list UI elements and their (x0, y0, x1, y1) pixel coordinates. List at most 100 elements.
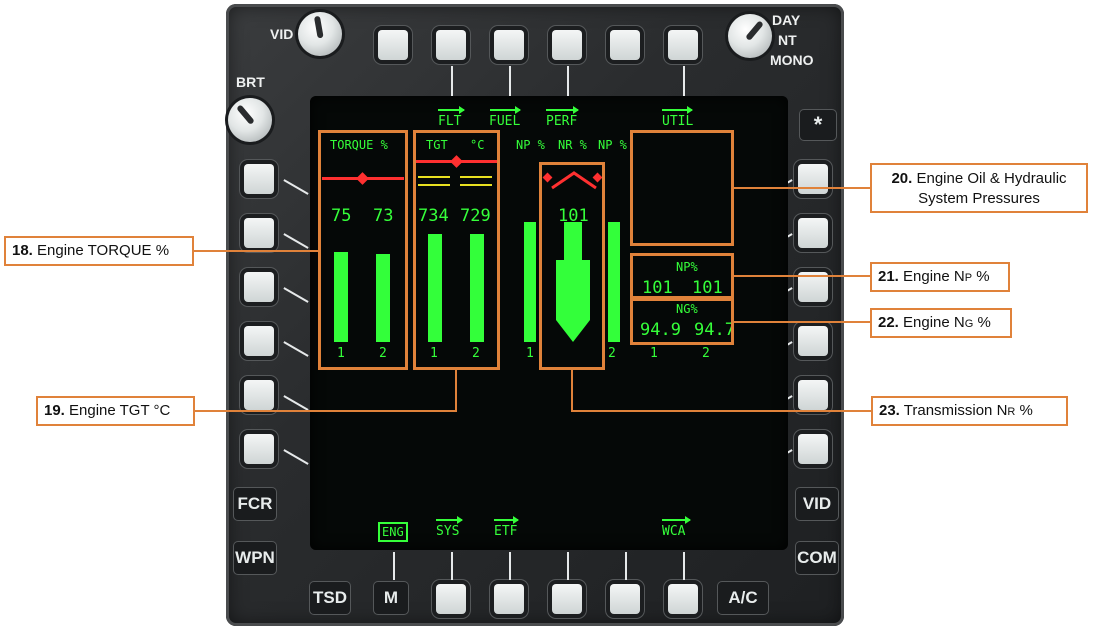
flt-arrow-icon (438, 106, 465, 114)
wca-menu-item[interactable]: WCA (662, 524, 685, 539)
tick (567, 66, 569, 98)
np-engine-2-label: 2 (608, 346, 616, 361)
mono-label: MONO (770, 52, 814, 68)
nt-label: NT (778, 32, 797, 48)
tgt-highlight-box (413, 130, 500, 370)
util-menu-item[interactable]: UTIL (662, 114, 693, 129)
callout-text: Engine TGT °C (69, 402, 171, 419)
callout-text: Engine Oil & Hydraulic (916, 170, 1067, 187)
callout-21: 21. Engine NP % (870, 262, 1010, 292)
perf-menu-item[interactable]: PERF (546, 114, 577, 129)
callout-18-leader (194, 250, 318, 252)
right-button-2[interactable] (798, 218, 828, 248)
bottom-button-3[interactable] (552, 584, 582, 614)
np-engine-1-label: 1 (526, 346, 534, 361)
callout-text: Engine N (903, 314, 965, 331)
wpn-button[interactable]: WPN (234, 542, 276, 574)
nr-highlight-box (539, 162, 605, 370)
perf-arrow-icon (546, 106, 579, 114)
top-button-4[interactable] (552, 30, 582, 60)
sys-menu-item[interactable]: SYS (436, 524, 459, 539)
tick (509, 66, 511, 98)
vid-knob-label: VID (270, 26, 294, 42)
np-bar-1 (524, 222, 536, 342)
etf-arrow-icon (494, 516, 519, 524)
tick (509, 552, 511, 580)
callout-19-leader (455, 370, 457, 411)
fuel-arrow-icon (490, 106, 521, 114)
mode-knob[interactable] (728, 14, 772, 58)
star-button[interactable]: * (800, 110, 836, 140)
callout-number: 23. (879, 402, 900, 419)
vid-button[interactable]: VID (796, 488, 838, 520)
np-left-label: NP % (516, 138, 545, 152)
brt-knob-label: BRT (236, 74, 265, 90)
right-button-5[interactable] (798, 380, 828, 410)
tick (625, 552, 627, 580)
top-button-3[interactable] (494, 30, 524, 60)
callout-text: Engine TORQUE % (37, 242, 170, 259)
fuel-menu-item[interactable]: FUEL (489, 114, 520, 129)
bottom-button-2[interactable] (494, 584, 524, 614)
pressures-highlight-box (630, 130, 734, 246)
np-right-label: NP % (598, 138, 627, 152)
right-button-1[interactable] (798, 164, 828, 194)
eng-menu-item[interactable]: ENG (378, 522, 408, 542)
callout-text: % (1015, 402, 1033, 419)
fcr-button[interactable]: FCR (234, 488, 276, 520)
callout-number: 19. (44, 402, 65, 419)
right-button-4[interactable] (798, 326, 828, 356)
vid-knob[interactable] (298, 12, 342, 56)
callout-22: 22. Engine NG % (870, 308, 1012, 338)
callout-number: 18. (12, 242, 33, 259)
bottom-button-5[interactable] (668, 584, 698, 614)
callout-number: 21. (878, 268, 899, 285)
brt-knob[interactable] (228, 98, 272, 142)
etf-menu-item[interactable]: ETF (494, 524, 517, 539)
callout-18: 18. Engine TORQUE % (4, 236, 194, 266)
top-button-1[interactable] (378, 30, 408, 60)
flt-menu-item[interactable]: FLT (438, 114, 461, 129)
day-label: DAY (772, 12, 801, 28)
left-button-5[interactable] (244, 380, 274, 410)
left-button-3[interactable] (244, 272, 274, 302)
left-button-6[interactable] (244, 434, 274, 464)
callout-text: % (973, 314, 991, 331)
top-button-2[interactable] (436, 30, 466, 60)
callout-20-leader (734, 187, 870, 189)
com-button[interactable]: COM (796, 542, 838, 574)
wca-arrow-icon (662, 516, 691, 524)
callout-22-leader (734, 321, 870, 323)
np-highlight-box (630, 253, 734, 299)
callout-19-leader (195, 410, 457, 412)
left-button-1[interactable] (244, 164, 274, 194)
callout-text: % (972, 268, 990, 285)
callout-23-leader (571, 370, 573, 411)
tick (683, 66, 685, 98)
torque-highlight-box (318, 130, 408, 370)
tsd-button[interactable]: TSD (310, 582, 350, 614)
left-button-2[interactable] (244, 218, 274, 248)
util-arrow-icon (662, 106, 693, 114)
bottom-button-1[interactable] (436, 584, 466, 614)
tick (567, 552, 569, 580)
ng-engine-2-label: 2 (702, 346, 710, 361)
ac-button[interactable]: A/C (718, 582, 768, 614)
callout-23: 23. Transmission NR % (871, 396, 1068, 426)
right-button-6[interactable] (798, 434, 828, 464)
callout-subscript: P (964, 272, 973, 284)
callout-text: Engine N (903, 268, 965, 285)
callout-19: 19. Engine TGT °C (36, 396, 195, 426)
tick (451, 66, 453, 98)
bottom-button-4[interactable] (610, 584, 640, 614)
sys-arrow-icon (436, 516, 463, 524)
top-button-6[interactable] (668, 30, 698, 60)
callout-number: 22. (878, 314, 899, 331)
callout-number: 20. (891, 170, 913, 187)
callout-text: Transmission N (903, 402, 1008, 419)
left-button-4[interactable] (244, 326, 274, 356)
callout-23-leader (571, 410, 871, 412)
tick (451, 552, 453, 580)
m-button[interactable]: M (374, 582, 408, 614)
top-button-5[interactable] (610, 30, 640, 60)
